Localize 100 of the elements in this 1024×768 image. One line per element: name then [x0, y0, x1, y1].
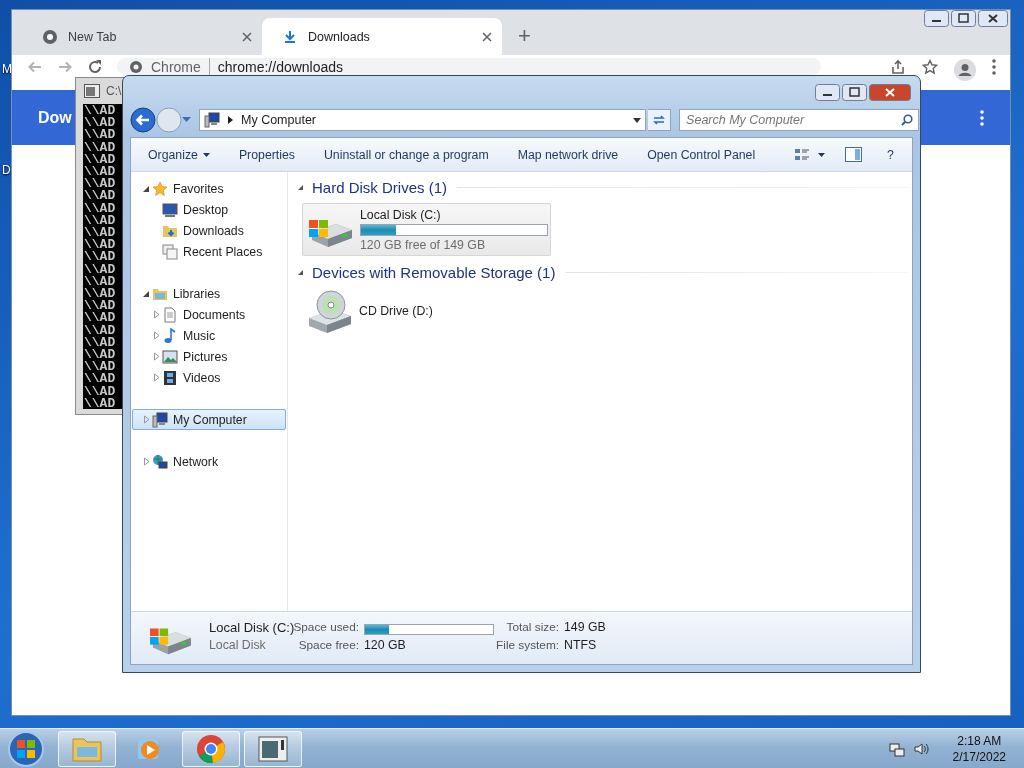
stacked-pages-icon	[162, 243, 178, 260]
desktop-icon-label[interactable]: D	[2, 163, 11, 177]
group-header: Devices with Removable Storage (1)	[312, 263, 556, 281]
browser-tab[interactable]: Downloads	[262, 18, 502, 55]
clock-date[interactable]: 2/17/2022	[952, 748, 1006, 765]
tree-item[interactable]: Network	[132, 451, 286, 472]
close-icon[interactable]	[482, 31, 492, 42]
detail-type: Local Disk	[209, 638, 267, 654]
minimize-icon[interactable]	[924, 10, 949, 27]
tab-title: New Tab	[68, 29, 118, 44]
collapsed-arrow-icon[interactable]	[152, 352, 161, 361]
film-icon	[162, 369, 178, 386]
drive-info: 120 GB free of 149 GB	[360, 237, 487, 252]
detail-label: Total size:	[505, 620, 560, 636]
drive-name: Local Disk (C:)	[360, 207, 442, 222]
detail-label: Space used:	[293, 620, 360, 634]
toolbar-button[interactable]: Properties	[238, 147, 295, 162]
desktop-icon-label[interactable]: M	[2, 62, 12, 76]
detail-name: Local Disk (C:)	[209, 620, 292, 637]
close-icon[interactable]	[242, 31, 252, 42]
group-header: Hard Disk Drives (1)	[312, 178, 447, 196]
tree-item[interactable]: Recent Places	[132, 241, 286, 262]
star-icon[interactable]	[922, 59, 938, 75]
console-text: \\AD \\AD \\AD \\AD \\AD \\AD \\AD \\AD \\AD \\AD \\AD \\AD \\AD \\AD \\AD \\AD \\AD \\AD \\AD \\AD \\AD \\AD \\AD \\AD \\AD	[83, 104, 117, 409]
drive-name[interactable]: CD Drive (D:)	[359, 304, 433, 318]
tree-item[interactable]: Downloads	[132, 220, 286, 241]
collapsed-arrow-icon[interactable]	[152, 331, 161, 340]
reload-icon[interactable]	[87, 59, 103, 75]
tree-item[interactable]: Videos	[132, 367, 286, 388]
tree-item[interactable]: Documents	[132, 304, 286, 325]
tree-item[interactable]: Pictures	[132, 346, 286, 367]
browser-icon	[42, 28, 58, 45]
help-button[interactable]: ?	[882, 146, 899, 163]
tree-item[interactable]: Desktop	[132, 199, 286, 220]
new-tab-button[interactable]: +	[514, 23, 535, 49]
address-bar[interactable]: Chrome chrome://downloads	[117, 58, 821, 75]
back-icon[interactable]	[130, 107, 156, 133]
clock-time[interactable]: 2:18 AM	[957, 732, 1002, 749]
menu-icon[interactable]	[980, 109, 984, 126]
close-icon[interactable]	[869, 84, 911, 101]
toolbar-button[interactable]: Open Control Panel	[647, 147, 756, 162]
star-icon	[152, 180, 168, 197]
network-icon	[152, 453, 168, 470]
music-note-icon	[162, 327, 178, 344]
tree-item[interactable]: Libraries	[132, 283, 286, 304]
browser-tab[interactable]: New Tab	[22, 18, 262, 55]
address-field[interactable]: My Computer	[199, 109, 646, 131]
browser-icon	[129, 59, 143, 74]
window-title: C:\	[106, 84, 122, 98]
menu-icon[interactable]	[992, 59, 996, 75]
site-label: Chrome	[151, 58, 201, 75]
chevron-icon	[228, 116, 233, 124]
view-options-icon[interactable]	[794, 147, 810, 162]
toolbar-button[interactable]: Map network drive	[517, 147, 619, 162]
toolbar-button[interactable]: Uninstall or change a program	[323, 147, 489, 162]
collapsed-arrow-icon[interactable]	[152, 310, 161, 319]
monitor-icon	[162, 201, 178, 218]
toolbar-button[interactable]: Organize	[148, 147, 210, 162]
network-icon[interactable]	[888, 740, 905, 757]
maximize-icon[interactable]	[842, 84, 867, 101]
refresh-icon[interactable]	[651, 113, 666, 127]
close-icon[interactable]	[978, 10, 1008, 27]
computer-icon	[204, 112, 220, 128]
image-icon	[162, 348, 178, 365]
browser-icon	[196, 733, 226, 764]
tree-item[interactable]: Music	[132, 325, 286, 346]
volume-icon[interactable]	[912, 740, 929, 757]
collapsed-arrow-icon[interactable]	[152, 373, 161, 382]
page-title: Dow	[38, 108, 72, 127]
taskbar-button[interactable]	[182, 730, 240, 767]
tree-item[interactable]: My Computer	[132, 409, 286, 430]
detail-value: 149 GB	[564, 620, 607, 636]
maximize-icon[interactable]	[951, 10, 976, 27]
address-text: My Computer	[241, 113, 317, 127]
tree-item[interactable]: Favorites	[132, 178, 286, 199]
profile-icon[interactable]	[954, 59, 976, 81]
collapsed-arrow-icon[interactable]	[142, 457, 151, 466]
url-text: chrome://downloads	[217, 58, 344, 75]
share-icon[interactable]	[890, 59, 906, 75]
search-field[interactable]: Search My Computer	[679, 109, 919, 131]
expanded-arrow-icon[interactable]	[142, 289, 151, 298]
expanded-arrow-icon[interactable]	[297, 183, 304, 191]
detail-label: Space free:	[297, 638, 360, 654]
computer-icon	[152, 411, 168, 428]
expanded-arrow-icon[interactable]	[297, 268, 304, 276]
dropdown-icon[interactable]	[632, 117, 641, 123]
download-icon	[282, 28, 298, 45]
minimize-icon[interactable]	[815, 84, 840, 101]
console-icon	[84, 84, 100, 98]
taskbar-button[interactable]	[244, 730, 302, 767]
start-icon[interactable]	[6, 728, 46, 768]
preview-pane-icon[interactable]	[845, 147, 862, 162]
detail-label: File system:	[495, 638, 560, 654]
tab-title: Downloads	[308, 29, 371, 44]
drive-tile[interactable]: Local Disk (C:) 120 GB free of 149 GB	[302, 203, 551, 256]
expanded-arrow-icon[interactable]	[142, 184, 151, 193]
detail-value: NTFS	[564, 638, 598, 654]
caret-icon[interactable]	[818, 152, 825, 157]
document-icon	[162, 306, 178, 323]
detail-value: 120 GB	[364, 638, 407, 654]
